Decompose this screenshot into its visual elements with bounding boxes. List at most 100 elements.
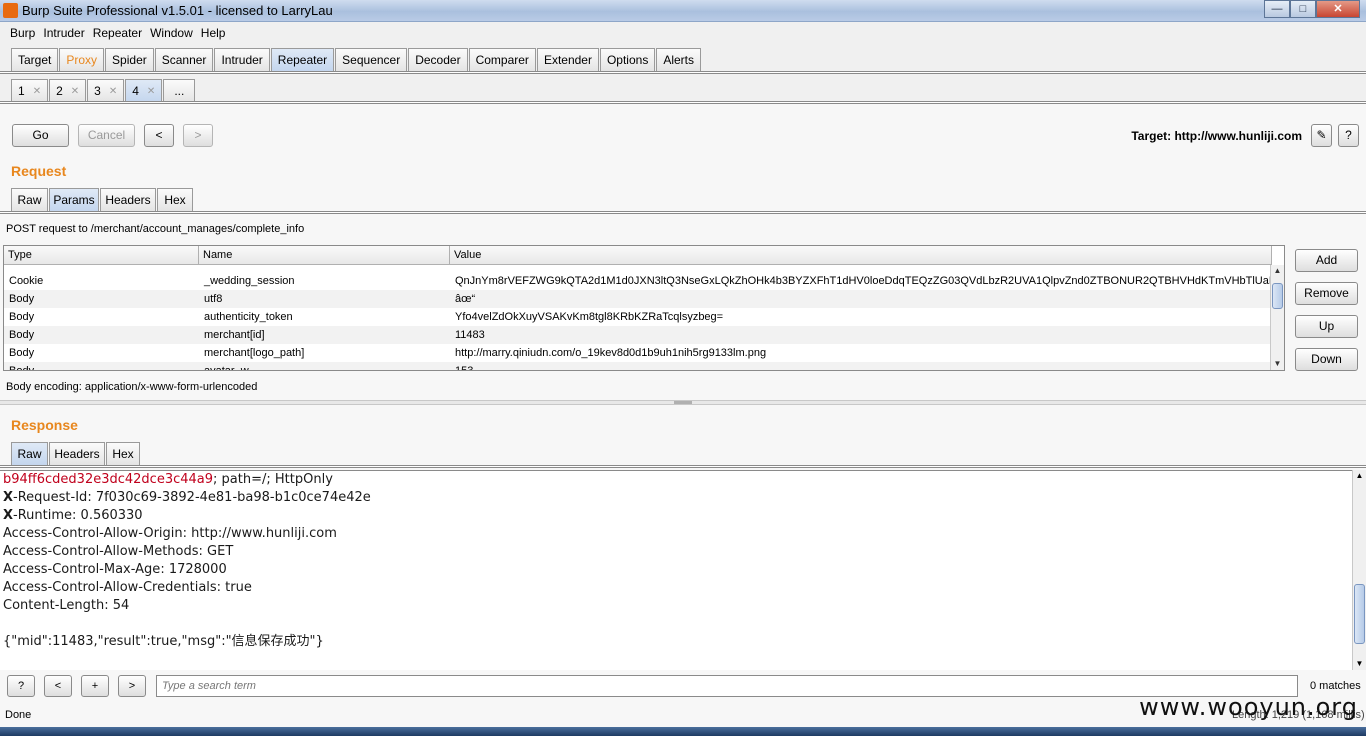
minimize-icon[interactable]: —	[1264, 0, 1290, 18]
column-header-value[interactable]: Value	[450, 246, 1272, 264]
menu-window[interactable]: Window	[146, 26, 197, 40]
param-name: utf8	[204, 293, 223, 305]
cancel-button[interactable]: Cancel	[78, 124, 135, 147]
table-row[interactable]: Body merchant[logo_path] http://marry.qi…	[4, 344, 1272, 362]
close-tab-icon[interactable]: ✕	[147, 86, 155, 97]
pencil-icon[interactable]: ✎	[1311, 124, 1332, 147]
tab-comparer[interactable]: Comparer	[468, 48, 536, 71]
response-body: {"mid":11483,"result":true,"msg":"信息保存成功…	[3, 634, 324, 649]
scroll-thumb[interactable]	[1272, 283, 1283, 309]
body-encoding: Body encoding: application/x-www-form-ur…	[6, 381, 257, 393]
main-tab-divider	[0, 71, 1366, 74]
table-row[interactable]: Body utf8 âœ“	[4, 290, 1272, 308]
tab-sequencer[interactable]: Sequencer	[335, 48, 408, 71]
repeater-tab-4[interactable]: 4 ✕	[125, 79, 163, 102]
close-icon[interactable]: ✕	[1316, 0, 1360, 18]
request-title: Request	[11, 163, 67, 179]
column-header-type[interactable]: Type	[4, 246, 199, 264]
menu-repeater[interactable]: Repeater	[89, 26, 146, 40]
back-button[interactable]: <	[144, 124, 174, 147]
tab-repeater[interactable]: Repeater	[270, 48, 335, 71]
response-header-line: Content-Length: 54	[0, 597, 1352, 615]
table-row[interactable]: Body authenticity_token Yfo4velZdOkXuyVS…	[4, 308, 1272, 326]
response-tab-raw[interactable]: Raw	[11, 442, 48, 465]
param-name: merchant[logo_path]	[204, 347, 305, 359]
search-add-button[interactable]: +	[81, 675, 109, 697]
table-row[interactable]: Body merchant[id] 11483	[4, 326, 1272, 344]
params-scrollbar[interactable]: ▲ ▼	[1270, 265, 1284, 370]
header-value: : GET	[198, 544, 234, 559]
tab-target[interactable]: Target	[11, 48, 59, 71]
param-type: Cookie	[9, 275, 44, 287]
split-pane-divider[interactable]	[0, 400, 1366, 405]
repeater-tab-1[interactable]: 1 ✕	[11, 79, 49, 102]
repeater-tab-2[interactable]: 2 ✕	[49, 79, 87, 102]
response-tab-headers[interactable]: Headers	[49, 442, 105, 465]
tab-spider[interactable]: Spider	[105, 48, 154, 71]
search-next-button[interactable]: >	[118, 675, 146, 697]
go-button[interactable]: Go	[12, 124, 69, 147]
header-value: : 0.560330	[72, 508, 143, 523]
request-tab-params[interactable]: Params	[49, 188, 99, 211]
down-button[interactable]: Down	[1295, 348, 1358, 371]
forward-button[interactable]: >	[183, 124, 213, 147]
add-button[interactable]: Add	[1295, 249, 1358, 272]
help-button[interactable]: ?	[1338, 124, 1359, 147]
search-input[interactable]: Type a search term	[156, 675, 1298, 697]
scroll-down-icon[interactable]: ▼	[1271, 358, 1284, 370]
params-table-header: Type Name Value	[4, 246, 1272, 265]
tab-proxy[interactable]: Proxy	[59, 48, 105, 71]
tab-intruder[interactable]: Intruder	[214, 48, 270, 71]
response-tab-hex[interactable]: Hex	[106, 442, 140, 465]
repeater-tab-label: 1	[18, 84, 25, 98]
body-encoding-value[interactable]: application/x-www-form-urlencoded	[85, 381, 257, 393]
response-scrollbar[interactable]: ▲ ▼	[1352, 470, 1366, 670]
status-text: Done	[5, 709, 32, 721]
tab-options[interactable]: Options	[599, 48, 656, 71]
scroll-up-icon[interactable]: ▲	[1353, 470, 1366, 482]
window-title: Burp Suite Professional v1.5.01 - licens…	[22, 3, 333, 18]
repeater-tab-3[interactable]: 3 ✕	[87, 79, 125, 102]
response-header-line: X-Request-Id: 7f030c69-3892-4e81-ba98-b1…	[0, 489, 1352, 507]
scroll-down-icon[interactable]: ▼	[1353, 658, 1366, 670]
tab-extender[interactable]: Extender	[536, 48, 599, 71]
menu-intruder[interactable]: Intruder	[39, 26, 88, 40]
header-key: Content-Length	[3, 598, 105, 613]
table-row[interactable]: Cookie _wedding_session QnJnYm8rVEFZWG9k…	[4, 272, 1272, 290]
scroll-thumb[interactable]	[1354, 584, 1365, 644]
search-help-button[interactable]: ?	[7, 675, 35, 697]
tab-alerts[interactable]: Alerts	[656, 48, 702, 71]
drag-handle-icon[interactable]	[674, 401, 692, 404]
tab-scanner[interactable]: Scanner	[154, 48, 214, 71]
remove-button[interactable]: Remove	[1295, 282, 1358, 305]
scroll-up-icon[interactable]: ▲	[1271, 265, 1284, 277]
repeater-tab-label: 2	[56, 84, 63, 98]
up-button[interactable]: Up	[1295, 315, 1358, 338]
close-tab-icon[interactable]: ✕	[71, 86, 79, 97]
request-tab-raw[interactable]: Raw	[11, 188, 48, 211]
header-value: : 1728000	[160, 562, 227, 577]
cookie-value: b94ff6cded32e3dc42dce3c44a9	[3, 472, 214, 487]
table-row[interactable]: Body avatar_w 153	[4, 362, 1272, 370]
request-tab-headers[interactable]: Headers	[100, 188, 156, 211]
header-value: : true	[216, 580, 252, 595]
header-key: Access-Control-Allow-Origin	[3, 526, 183, 541]
header-key: Access-Control-Allow-Methods	[3, 544, 199, 559]
param-type: Body	[9, 311, 35, 323]
tab-decoder[interactable]: Decoder	[408, 48, 468, 71]
cookie-attrs: ; path=/; HttpOnly	[213, 472, 333, 487]
response-text-area[interactable]: b94ff6cded32e3dc42dce3c44a9; path=/; Htt…	[0, 470, 1352, 670]
response-header-line: Access-Control-Allow-Methods: GET	[0, 543, 1352, 561]
menu-burp[interactable]: Burp	[6, 26, 39, 40]
param-type: Body	[9, 329, 35, 341]
request-tab-hex[interactable]: Hex	[157, 188, 193, 211]
maximize-icon[interactable]: □	[1290, 0, 1316, 18]
close-tab-icon[interactable]: ✕	[33, 86, 41, 97]
close-tab-icon[interactable]: ✕	[109, 86, 117, 97]
param-name: _wedding_session	[204, 275, 295, 287]
repeater-tab-new[interactable]: ...	[163, 79, 196, 102]
search-prev-button[interactable]: <	[44, 675, 72, 697]
main-tab-strip: Target Proxy Spider Scanner Intruder Rep…	[0, 48, 1366, 71]
column-header-name[interactable]: Name	[199, 246, 450, 264]
menu-help[interactable]: Help	[197, 26, 230, 40]
